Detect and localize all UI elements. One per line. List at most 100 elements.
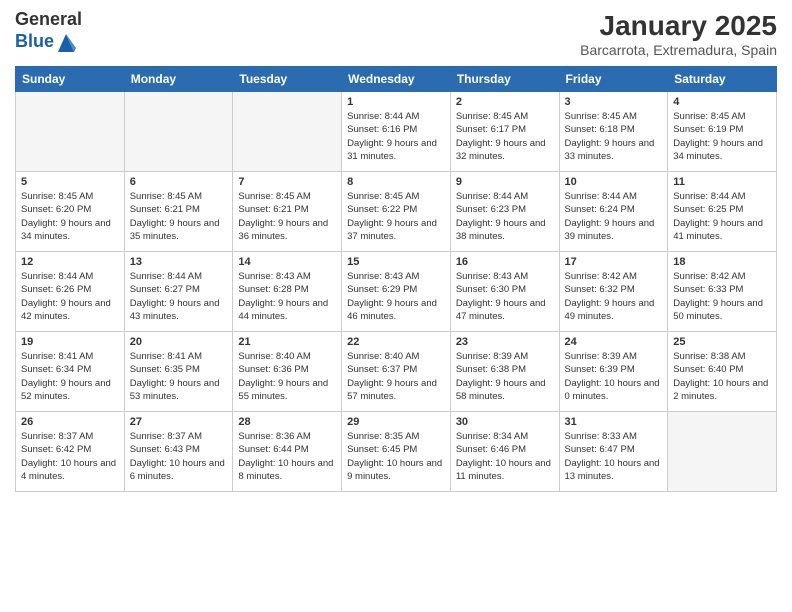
- day-number: 12: [21, 256, 119, 268]
- day-info: Sunrise: 8:45 AMSunset: 6:22 PMDaylight:…: [347, 190, 445, 243]
- month-title: January 2025: [580, 10, 777, 42]
- day-info: Sunrise: 8:33 AMSunset: 6:47 PMDaylight:…: [565, 430, 663, 483]
- calendar-cell: 12 Sunrise: 8:44 AMSunset: 6:26 PMDayligh…: [16, 252, 125, 332]
- day-info: Sunrise: 8:43 AMSunset: 6:28 PMDaylight:…: [238, 270, 336, 323]
- day-number: 4: [673, 96, 771, 108]
- day-info: Sunrise: 8:35 AMSunset: 6:45 PMDaylight:…: [347, 430, 445, 483]
- day-number: 6: [130, 176, 228, 188]
- calendar-cell: 21 Sunrise: 8:40 AMSunset: 6:36 PMDayligh…: [233, 332, 342, 412]
- day-number: 28: [238, 416, 336, 428]
- day-number: 31: [565, 416, 663, 428]
- calendar-cell: 6 Sunrise: 8:45 AMSunset: 6:21 PMDaylight…: [124, 172, 233, 252]
- calendar-cell: 7Sunrise: 8:45 AMSunset: 6:21 PMDaylight…: [233, 172, 342, 252]
- title-block: January 2025 Barcarrota, Extremadura, Sp…: [580, 10, 777, 58]
- day-number: 29: [347, 416, 445, 428]
- day-info: Sunrise: 8:41 AMSunset: 6:34 PMDaylight:…: [21, 350, 119, 403]
- day-info: Sunrise: 8:44 AMSunset: 6:27 PMDaylight:…: [130, 270, 228, 323]
- day-info: Sunrise: 8:45 AMSunset: 6:17 PMDaylight:…: [456, 110, 554, 163]
- day-number: 21: [238, 336, 336, 348]
- calendar-cell: 1Sunrise: 8:44 AMSunset: 6:16 PMDaylight…: [342, 92, 451, 172]
- day-info: Sunrise: 8:42 AMSunset: 6:33 PMDaylight:…: [673, 270, 771, 323]
- calendar-cell: 30 Sunrise: 8:34 AMSunset: 6:46 PMDayligh…: [450, 412, 559, 492]
- logo: General Blue: [15, 10, 82, 54]
- day-number: 20: [130, 336, 228, 348]
- day-info: Sunrise: 8:45 AMSunset: 6:18 PMDaylight:…: [565, 110, 663, 163]
- calendar-cell: [16, 92, 125, 172]
- calendar-week-3: 12 Sunrise: 8:44 AMSunset: 6:26 PMDayligh…: [16, 252, 777, 332]
- col-friday: Friday: [559, 67, 668, 92]
- day-number: 17: [565, 256, 663, 268]
- calendar-cell: 23 Sunrise: 8:39 AMSunset: 6:38 PMDayligh…: [450, 332, 559, 412]
- day-info: Sunrise: 8:45 AMSunset: 6:19 PMDaylight:…: [673, 110, 771, 163]
- calendar-cell: 27 Sunrise: 8:37 AMSunset: 6:43 PMDayligh…: [124, 412, 233, 492]
- col-saturday: Saturday: [668, 67, 777, 92]
- day-info: Sunrise: 8:43 AMSunset: 6:29 PMDaylight:…: [347, 270, 445, 323]
- calendar-cell: [233, 92, 342, 172]
- day-info: Sunrise: 8:45 AMSunset: 6:20 PMDaylight:…: [21, 190, 119, 243]
- day-number: 2: [456, 96, 554, 108]
- day-info: Sunrise: 8:44 AMSunset: 6:16 PMDaylight:…: [347, 110, 445, 163]
- day-info: Sunrise: 8:40 AMSunset: 6:37 PMDaylight:…: [347, 350, 445, 403]
- day-number: 30: [456, 416, 554, 428]
- calendar-cell: [124, 92, 233, 172]
- day-number: 16: [456, 256, 554, 268]
- calendar-week-2: 5 Sunrise: 8:45 AMSunset: 6:20 PMDaylight…: [16, 172, 777, 252]
- day-info: Sunrise: 8:37 AMSunset: 6:43 PMDaylight:…: [130, 430, 228, 483]
- calendar-week-5: 26 Sunrise: 8:37 AMSunset: 6:42 PMDayligh…: [16, 412, 777, 492]
- day-number: 19: [21, 336, 119, 348]
- day-info: Sunrise: 8:44 AMSunset: 6:24 PMDaylight:…: [565, 190, 663, 243]
- calendar-cell: 26 Sunrise: 8:37 AMSunset: 6:42 PMDayligh…: [16, 412, 125, 492]
- day-number: 23: [456, 336, 554, 348]
- day-number: 18: [673, 256, 771, 268]
- day-number: 3: [565, 96, 663, 108]
- day-info: Sunrise: 8:39 AMSunset: 6:39 PMDaylight:…: [565, 350, 663, 403]
- calendar-cell: 14Sunrise: 8:43 AMSunset: 6:28 PMDayligh…: [233, 252, 342, 332]
- day-number: 25: [673, 336, 771, 348]
- header-row: Sunday Monday Tuesday Wednesday Thursday…: [16, 67, 777, 92]
- logo-general-text: General: [15, 10, 82, 30]
- day-info: Sunrise: 8:36 AMSunset: 6:44 PMDaylight:…: [238, 430, 336, 483]
- day-number: 11: [673, 176, 771, 188]
- calendar-week-4: 19 Sunrise: 8:41 AMSunset: 6:34 PMDayligh…: [16, 332, 777, 412]
- calendar-cell: 9Sunrise: 8:44 AMSunset: 6:23 PMDaylight…: [450, 172, 559, 252]
- calendar-cell: 24 Sunrise: 8:39 AMSunset: 6:39 PMDayligh…: [559, 332, 668, 412]
- calendar-cell: 25 Sunrise: 8:38 AMSunset: 6:40 PMDayligh…: [668, 332, 777, 412]
- calendar-week-1: 1Sunrise: 8:44 AMSunset: 6:16 PMDaylight…: [16, 92, 777, 172]
- day-info: Sunrise: 8:39 AMSunset: 6:38 PMDaylight:…: [456, 350, 554, 403]
- col-wednesday: Wednesday: [342, 67, 451, 92]
- day-info: Sunrise: 8:37 AMSunset: 6:42 PMDaylight:…: [21, 430, 119, 483]
- day-info: Sunrise: 8:43 AMSunset: 6:30 PMDaylight:…: [456, 270, 554, 323]
- day-number: 27: [130, 416, 228, 428]
- calendar-cell: [668, 412, 777, 492]
- day-number: 15: [347, 256, 445, 268]
- calendar-cell: 4 Sunrise: 8:45 AMSunset: 6:19 PMDaylight…: [668, 92, 777, 172]
- calendar-cell: 15 Sunrise: 8:43 AMSunset: 6:29 PMDayligh…: [342, 252, 451, 332]
- calendar-cell: 5 Sunrise: 8:45 AMSunset: 6:20 PMDaylight…: [16, 172, 125, 252]
- day-info: Sunrise: 8:38 AMSunset: 6:40 PMDaylight:…: [673, 350, 771, 403]
- calendar-cell: 10 Sunrise: 8:44 AMSunset: 6:24 PMDayligh…: [559, 172, 668, 252]
- day-info: Sunrise: 8:45 AMSunset: 6:21 PMDaylight:…: [130, 190, 228, 243]
- header: General Blue January 2025 Barcarrota, Ex…: [15, 10, 777, 58]
- day-info: Sunrise: 8:42 AMSunset: 6:32 PMDaylight:…: [565, 270, 663, 323]
- day-number: 24: [565, 336, 663, 348]
- subtitle: Barcarrota, Extremadura, Spain: [580, 42, 777, 58]
- day-info: Sunrise: 8:44 AMSunset: 6:25 PMDaylight:…: [673, 190, 771, 243]
- calendar-cell: 22Sunrise: 8:40 AMSunset: 6:37 PMDayligh…: [342, 332, 451, 412]
- col-sunday: Sunday: [16, 67, 125, 92]
- day-info: Sunrise: 8:44 AMSunset: 6:26 PMDaylight:…: [21, 270, 119, 323]
- day-number: 26: [21, 416, 119, 428]
- calendar-cell: 16 Sunrise: 8:43 AMSunset: 6:30 PMDayligh…: [450, 252, 559, 332]
- calendar-table: Sunday Monday Tuesday Wednesday Thursday…: [15, 66, 777, 492]
- calendar-cell: 31 Sunrise: 8:33 AMSunset: 6:47 PMDayligh…: [559, 412, 668, 492]
- calendar-cell: 2 Sunrise: 8:45 AMSunset: 6:17 PMDaylight…: [450, 92, 559, 172]
- day-number: 5: [21, 176, 119, 188]
- day-number: 13: [130, 256, 228, 268]
- day-number: 10: [565, 176, 663, 188]
- day-info: Sunrise: 8:40 AMSunset: 6:36 PMDaylight:…: [238, 350, 336, 403]
- logo-blue-text: Blue: [15, 32, 54, 52]
- day-info: Sunrise: 8:41 AMSunset: 6:35 PMDaylight:…: [130, 350, 228, 403]
- day-info: Sunrise: 8:34 AMSunset: 6:46 PMDaylight:…: [456, 430, 554, 483]
- calendar-cell: 13 Sunrise: 8:44 AMSunset: 6:27 PMDayligh…: [124, 252, 233, 332]
- col-thursday: Thursday: [450, 67, 559, 92]
- calendar-cell: 3 Sunrise: 8:45 AMSunset: 6:18 PMDaylight…: [559, 92, 668, 172]
